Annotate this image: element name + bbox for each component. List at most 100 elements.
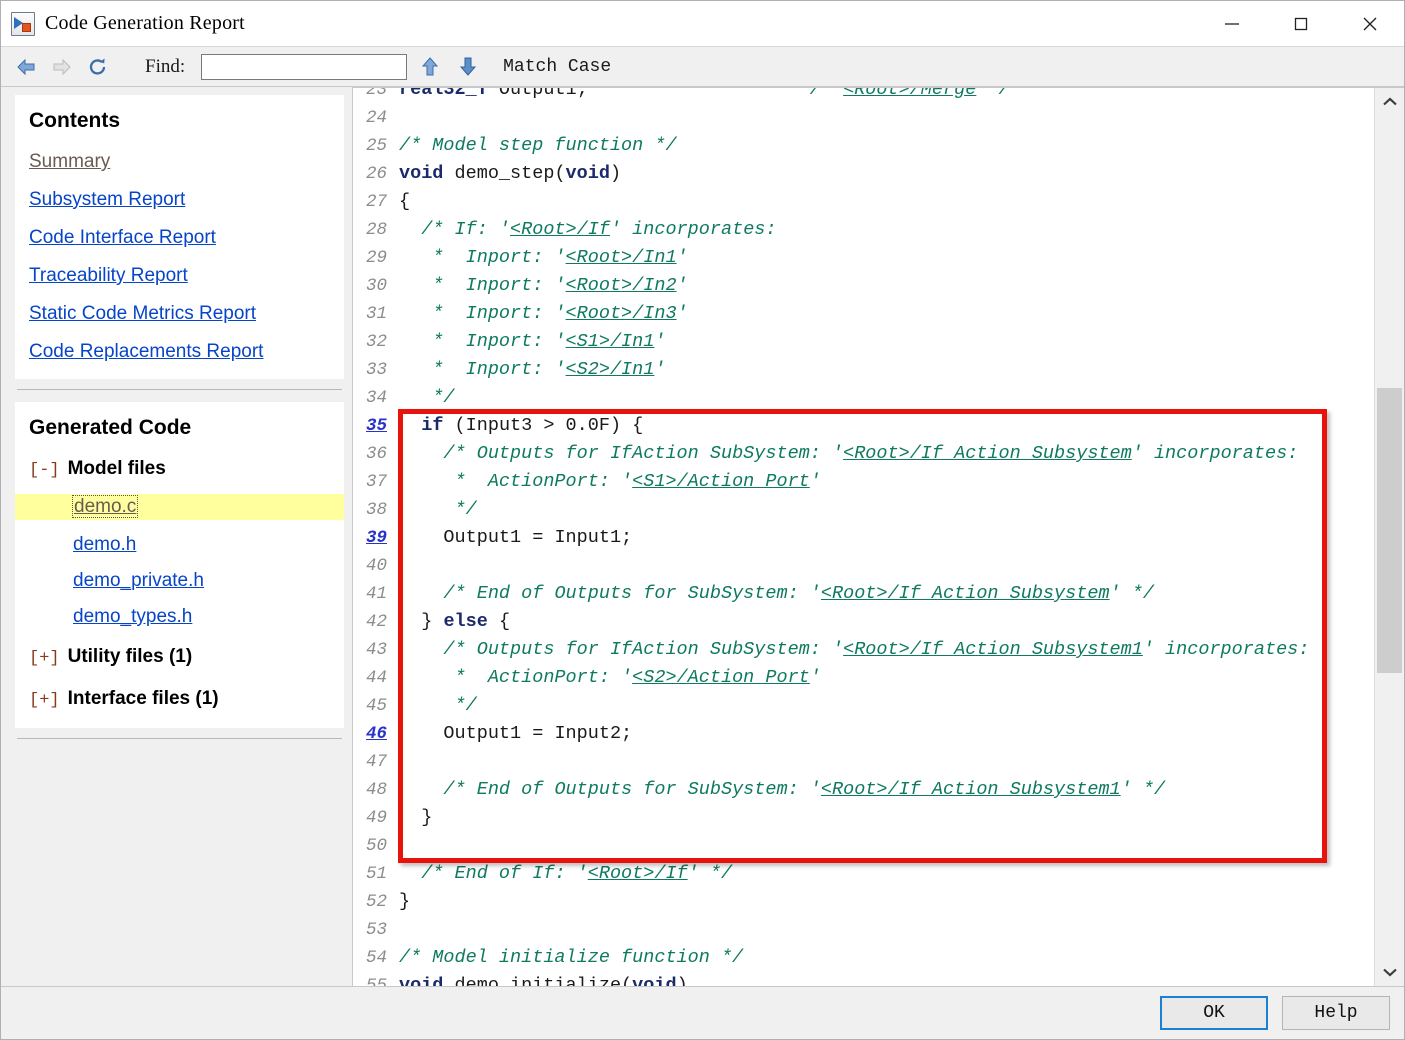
sidebar-link-subsystem-report[interactable]: Subsystem Report: [29, 189, 330, 211]
sidebar: Contents Summary Subsystem Report Code I…: [1, 87, 353, 986]
code-line-source[interactable]: * Inport: '<S1>/In1': [399, 328, 665, 356]
code-line: 28 /* If: '<Root>/If' incorporates:: [353, 216, 1375, 244]
expand-toggle-icon[interactable]: [+]: [29, 649, 60, 668]
code-line-source[interactable]: * Inport: '<Root>/In3': [399, 300, 688, 328]
minimize-button[interactable]: [1197, 1, 1266, 46]
code-line-source[interactable]: * Inport: '<Root>/In2': [399, 272, 687, 300]
code-text: if (Input3 > 0.0F) {: [421, 415, 644, 436]
code-line-source[interactable]: } else {: [399, 608, 510, 636]
scroll-up-chevron-icon[interactable]: [1375, 88, 1404, 116]
code-line-source[interactable]: }: [399, 804, 432, 832]
trace-link[interactable]: <Root>/Merge: [843, 88, 976, 100]
trace-link[interactable]: <S2>/In1: [566, 359, 655, 380]
code-line: 38 */: [353, 496, 1375, 524]
code-line-source[interactable]: /* Model initialize function */: [399, 944, 743, 972]
sidebar-link-traceability-report[interactable]: Traceability Report: [29, 265, 330, 287]
code-line-source[interactable]: */: [399, 692, 477, 720]
code-scroll-area[interactable]: 23 real32_T Output1; /* <Root>/Merge */ 24…: [353, 88, 1375, 986]
close-button[interactable]: [1335, 1, 1404, 46]
trace-link[interactable]: <Root>/If: [510, 219, 610, 240]
code-line-number-link[interactable]: 35: [353, 412, 399, 440]
code-line-number: 24: [365, 108, 387, 128]
file-item-demo-private-h[interactable]: demo_private.h: [29, 570, 330, 592]
code-line-source[interactable]: /* End of If: '<Root>/If' */: [399, 860, 732, 888]
match-case-label[interactable]: Match Case: [503, 57, 611, 77]
file-link[interactable]: demo_types.h: [73, 606, 192, 627]
simulink-report-icon: [11, 11, 35, 36]
sidebar-link-static-code-metrics-report[interactable]: Static Code Metrics Report: [29, 303, 330, 325]
code-line-source[interactable]: }: [399, 888, 410, 916]
code-line-source[interactable]: /* Model step function */: [399, 132, 677, 160]
sidebar-link-code-replacements-report[interactable]: Code Replacements Report: [29, 341, 330, 363]
trace-link[interactable]: <Root>/In1: [566, 247, 677, 268]
code-line: 26 void demo_step(void): [353, 160, 1375, 188]
code-line-source[interactable]: /* If: '<Root>/If' incorporates:: [399, 216, 776, 244]
code-line-number: 38: [365, 500, 387, 520]
code-text: Output1 = Input2;: [443, 723, 633, 744]
refresh-icon[interactable]: [83, 52, 113, 82]
scrollbar-track[interactable]: [1375, 116, 1404, 958]
trace-link[interactable]: <Root>/If Action Subsystem1: [843, 639, 1143, 660]
code-comment: * Inport: '<Root>/In3': [432, 303, 688, 324]
trace-link[interactable]: <Root>/In2: [566, 275, 677, 296]
code-line-number-link[interactable]: 39: [353, 524, 399, 552]
scroll-down-chevron-icon[interactable]: [1375, 958, 1404, 986]
help-button[interactable]: Help: [1282, 996, 1390, 1030]
file-link[interactable]: demo.h: [73, 534, 136, 555]
collapse-toggle-icon[interactable]: [-]: [29, 461, 60, 480]
back-arrow-icon[interactable]: [11, 52, 41, 82]
code-line-source[interactable]: real32_T Output1; /* <Root>/Merge */: [399, 88, 1010, 104]
code-line-source[interactable]: * ActionPort: '<S1>/Action Port': [399, 468, 821, 496]
forward-arrow-icon: [47, 52, 77, 82]
code-line-source[interactable]: * Inport: '<Root>/In1': [399, 244, 687, 272]
find-next-arrow-icon[interactable]: [453, 52, 483, 82]
file-item-demo-types-h[interactable]: demo_types.h: [29, 606, 330, 628]
code-line-source[interactable]: */: [399, 496, 477, 524]
code-line-number: 32: [365, 332, 387, 352]
code-line-source[interactable]: /* End of Outputs for SubSystem: '<Root>…: [399, 580, 1154, 608]
code-comment: /* Outputs for IfAction SubSystem: '<Roo…: [443, 443, 1299, 464]
trace-link[interactable]: <Root>/If Action Subsystem: [821, 583, 1110, 604]
find-label: Find:: [145, 55, 186, 77]
code-line-source[interactable]: void demo_step(void): [399, 160, 621, 188]
trace-link[interactable]: <Root>/If Action Subsystem: [843, 443, 1132, 464]
code-comment: */: [454, 695, 477, 716]
trace-link[interactable]: <S1>/In1: [566, 331, 655, 352]
code-line-source[interactable]: Output1 = Input1;: [399, 524, 632, 552]
code-line-source[interactable]: {: [399, 188, 410, 216]
file-item-demo-c[interactable]: demo.c: [15, 494, 344, 520]
code-line-source[interactable]: /* Outputs for IfAction SubSystem: '<Roo…: [399, 440, 1298, 468]
tree-group-interface-files[interactable]: [+] Interface files (1): [29, 688, 330, 710]
trace-link[interactable]: <S1>/Action Port: [632, 471, 810, 492]
search-input[interactable]: [201, 53, 408, 80]
find-previous-arrow-icon[interactable]: [415, 52, 445, 82]
maximize-button[interactable]: [1266, 1, 1335, 46]
file-link[interactable]: demo_private.h: [73, 570, 204, 591]
trace-link[interactable]: <S2>/Action Port: [632, 667, 810, 688]
expand-toggle-icon[interactable]: [+]: [29, 691, 60, 710]
code-line-source[interactable]: */: [399, 384, 454, 412]
sidebar-link-summary[interactable]: Summary: [29, 151, 330, 173]
sidebar-link-code-interface-report[interactable]: Code Interface Report: [29, 227, 330, 249]
vertical-scroll-thumb[interactable]: [1377, 388, 1402, 673]
ok-button[interactable]: OK: [1160, 996, 1268, 1030]
trace-link[interactable]: <Root>/If Action Subsystem1: [821, 779, 1121, 800]
vertical-scrollbar[interactable]: [1374, 88, 1404, 986]
file-item-demo-h[interactable]: demo.h: [29, 534, 330, 556]
code-line-source[interactable]: * ActionPort: '<S2>/Action Port': [399, 664, 821, 692]
trace-link[interactable]: <Root>/In3: [566, 303, 677, 324]
file-link[interactable]: demo.c: [71, 495, 139, 518]
code-line-source[interactable]: void demo_initialize(void): [399, 972, 688, 986]
code-line: 36 /* Outputs for IfAction SubSystem: '<…: [353, 440, 1375, 468]
code-line-number-link[interactable]: 46: [353, 720, 399, 748]
tree-group-model-files[interactable]: [-] Model files: [29, 458, 330, 480]
code-line: 39 Output1 = Input1;: [353, 524, 1375, 552]
code-line-source[interactable]: if (Input3 > 0.0F) {: [399, 412, 643, 440]
code-line-source[interactable]: * Inport: '<S2>/In1': [399, 356, 665, 384]
code-line-source[interactable]: /* End of Outputs for SubSystem: '<Root>…: [399, 776, 1165, 804]
tree-group-label: Model files: [67, 458, 166, 479]
code-line-source[interactable]: Output1 = Input2;: [399, 720, 632, 748]
trace-link[interactable]: <Root>/If: [588, 863, 688, 884]
code-line-source[interactable]: /* Outputs for IfAction SubSystem: '<Roo…: [399, 636, 1309, 664]
tree-group-utility-files[interactable]: [+] Utility files (1): [29, 646, 330, 668]
